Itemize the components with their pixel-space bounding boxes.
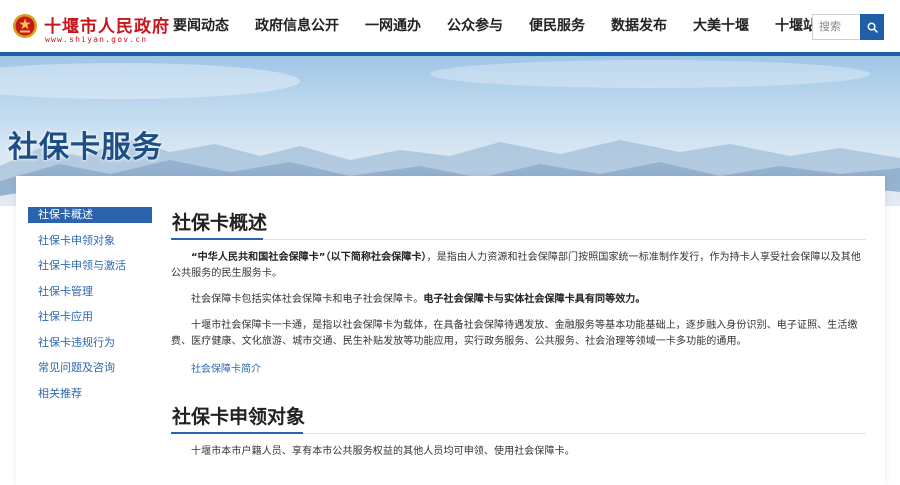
nav-item-gov-info[interactable]: 政府信息公开 xyxy=(242,0,352,52)
sidebar-nav: 社保卡概述 社保卡申领对象 社保卡申领与激活 社保卡管理 社保卡应用 社保卡违规… xyxy=(28,207,152,411)
card-intro-link[interactable]: 社会保障卡简介 xyxy=(171,360,261,375)
eligibility-paragraph-1: 十堰市本市户籍人员、享有本市公共服务权益的其他人员均可申领、使用社会保障卡。 xyxy=(191,446,575,457)
nav-item-news[interactable]: 要闻动态 xyxy=(160,0,242,52)
overview-paragraph-2-text: 社会保障卡包括实体社会保障卡和电子社会保障卡。 xyxy=(191,294,424,305)
search-box xyxy=(812,14,884,40)
sidebar-item-faq[interactable]: 常见问题及咨询 xyxy=(28,360,152,376)
content-card: 社保卡概述 社保卡申领对象 社保卡申领与激活 社保卡管理 社保卡应用 社保卡违规… xyxy=(16,176,885,485)
logo-url: www.shiyan.gov.cn xyxy=(45,35,148,44)
national-emblem-icon xyxy=(13,14,37,38)
section-title-eligibility: 社保卡申领对象 xyxy=(171,400,866,434)
nav-item-one-stop[interactable]: 一网通办 xyxy=(352,0,434,52)
sidebar-item-violations[interactable]: 社保卡违规行为 xyxy=(28,335,152,351)
search-button[interactable] xyxy=(860,14,884,40)
nav-item-scenery[interactable]: 大美十堰 xyxy=(680,0,762,52)
nav-item-participation[interactable]: 公众参与 xyxy=(434,0,516,52)
search-icon xyxy=(867,22,878,33)
nav-item-services[interactable]: 便民服务 xyxy=(516,0,598,52)
banner-title: 社保卡服务 xyxy=(8,130,163,165)
overview-paragraph-2-bold: 电子社会保障卡与实体社会保障卡具有同等效力。 xyxy=(423,294,646,305)
search-input[interactable] xyxy=(812,14,860,40)
sidebar-item-apply-activate[interactable]: 社保卡申领与激活 xyxy=(28,258,152,274)
main-nav: 要闻动态 政府信息公开 一网通办 公众参与 便民服务 数据发布 大美十堰 十堰站… xyxy=(160,0,844,52)
overview-paragraph-2: 社会保障卡包括实体社会保障卡和电子社会保障卡。电子社会保障卡与实体社会保障卡具有… xyxy=(171,292,866,308)
sidebar-item-management[interactable]: 社保卡管理 xyxy=(28,284,152,300)
nav-item-data[interactable]: 数据发布 xyxy=(598,0,680,52)
sidebar-item-overview[interactable]: 社保卡概述 xyxy=(28,207,152,223)
site-header: 十堰市人民政府 www.shiyan.gov.cn 要闻动态 政府信息公开 一网… xyxy=(0,0,900,56)
site-logo[interactable]: 十堰市人民政府 www.shiyan.gov.cn xyxy=(8,8,169,48)
section-title-overview: 社保卡概述 xyxy=(171,206,866,240)
main-content: 社保卡概述 “中华人民共和国社会保障卡”（以下简称社会保障卡），是指由人力资源和… xyxy=(171,206,866,460)
sidebar-item-eligibility[interactable]: 社保卡申领对象 xyxy=(28,233,152,249)
sidebar-item-recommended[interactable]: 相关推荐 xyxy=(28,386,152,402)
overview-paragraph-1: “中华人民共和国社会保障卡”（以下简称社会保障卡），是指由人力资源和社会保障部门… xyxy=(171,250,866,282)
overview-paragraph-3: 十堰市社会保障卡一卡通，是指以社会保障卡为载体，在具备社会保障待遇发放、金融服务… xyxy=(171,320,858,347)
logo-title: 十堰市人民政府 xyxy=(44,17,170,37)
overview-paragraph-1-bold: “中华人民共和国社会保障卡”（以下简称社会保障卡） xyxy=(191,252,427,263)
sidebar-item-applications[interactable]: 社保卡应用 xyxy=(28,309,152,325)
